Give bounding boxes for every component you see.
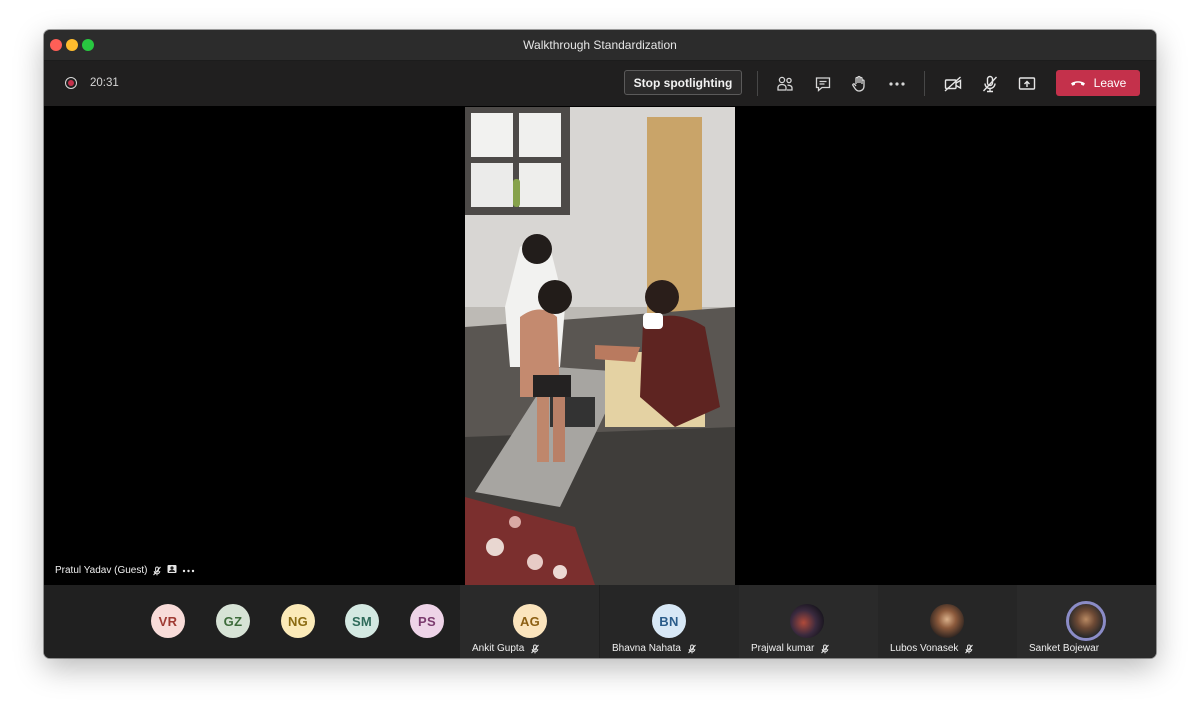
toolbar-divider [757, 71, 758, 96]
participant-avatar-4[interactable]: PS [410, 604, 444, 638]
share-screen-button[interactable] [1016, 73, 1038, 95]
spotlight-video [465, 107, 735, 585]
more-options-icon [183, 569, 195, 573]
mic-off-icon [530, 644, 540, 654]
participant-avatar-1[interactable]: GZ [216, 604, 250, 638]
participant-tile-name: Prajwal kumar [751, 643, 830, 654]
participant-tile-avatar: AG [513, 604, 547, 638]
leave-label: Leave [1093, 76, 1127, 90]
stop-spotlighting-button[interactable]: Stop spotlighting [624, 70, 742, 95]
window-title: Walkthrough Standardization [523, 38, 677, 52]
participant-tile-2[interactable]: Prajwal kumar [739, 585, 878, 658]
camera-off-icon [944, 76, 962, 92]
mic-off-icon [982, 75, 998, 93]
meeting-window: Walkthrough Standardization 20:31 Stop s… [44, 30, 1156, 658]
video-frame [465, 107, 735, 585]
speaker-more-options-button[interactable] [182, 565, 195, 576]
speaker-mic-off-icon [152, 566, 162, 576]
record-icon [65, 77, 77, 89]
spotlight-badge-icon [167, 564, 177, 577]
participant-name: Sanket Bojewar [1029, 643, 1100, 654]
participant-tile-avatar: BN [652, 604, 686, 638]
mic-off-icon [964, 644, 974, 654]
participant-tile-name: Ankit Gupta [472, 643, 540, 654]
participant-tile-3[interactable]: Lubos Vonasek [878, 585, 1017, 658]
camera-toggle-button[interactable] [942, 73, 964, 95]
participant-tile-name: Lubos Vonasek [890, 643, 974, 654]
toolbar-divider [924, 71, 925, 96]
participant-tile-4[interactable]: Sanket Bojewar [1017, 585, 1156, 658]
participant-name: Bhavna Nahata [612, 643, 681, 654]
raise-hand-icon [852, 75, 865, 92]
meeting-toolbar: 20:31 Stop spotlighting Leave [44, 61, 1156, 106]
speaker-name: Pratul Yadav (Guest) [55, 565, 148, 576]
participant-photo [930, 604, 964, 638]
participant-photo [790, 604, 824, 638]
participant-name: Ankit Gupta [472, 643, 525, 654]
title-bar: Walkthrough Standardization [44, 30, 1156, 61]
mic-off-icon [687, 644, 697, 654]
meeting-timer: 20:31 [90, 77, 119, 89]
raise-hand-button[interactable] [848, 73, 870, 95]
participant-tile-1[interactable]: BN Bhavna Nahata [600, 585, 739, 658]
mic-off-icon [820, 644, 830, 654]
participant-avatar-2[interactable]: NG [281, 604, 315, 638]
participant-avatar-3[interactable]: SM [345, 604, 379, 638]
participant-tile-name: Bhavna Nahata [612, 643, 697, 654]
more-options-icon [889, 82, 905, 86]
hang-up-icon [1070, 81, 1085, 86]
share-screen-icon [1018, 77, 1036, 90]
chat-button[interactable] [812, 73, 834, 95]
participant-strip: VR GZ NG SM PS AG Ankit Gupta BN Bhavna … [44, 585, 1156, 658]
participant-tile-0[interactable]: AG Ankit Gupta [460, 585, 599, 658]
participant-name: Lubos Vonasek [890, 643, 959, 654]
participants-button[interactable] [774, 73, 796, 95]
participant-tile-name: Sanket Bojewar [1029, 643, 1099, 654]
participant-avatar-0[interactable]: VR [151, 604, 185, 638]
participant-name: Prajwal kumar [751, 643, 815, 654]
participants-icon [777, 76, 793, 91]
chat-icon [815, 77, 831, 92]
spotlight-speaker-label: Pratul Yadav (Guest) [55, 564, 195, 577]
spotlight-stage: Pratul Yadav (Guest) [44, 107, 1156, 585]
mic-toggle-button[interactable] [979, 73, 1001, 95]
more-options-button[interactable] [886, 73, 908, 95]
leave-button[interactable]: Leave [1056, 70, 1140, 96]
active-speaker-photo [1066, 601, 1106, 641]
